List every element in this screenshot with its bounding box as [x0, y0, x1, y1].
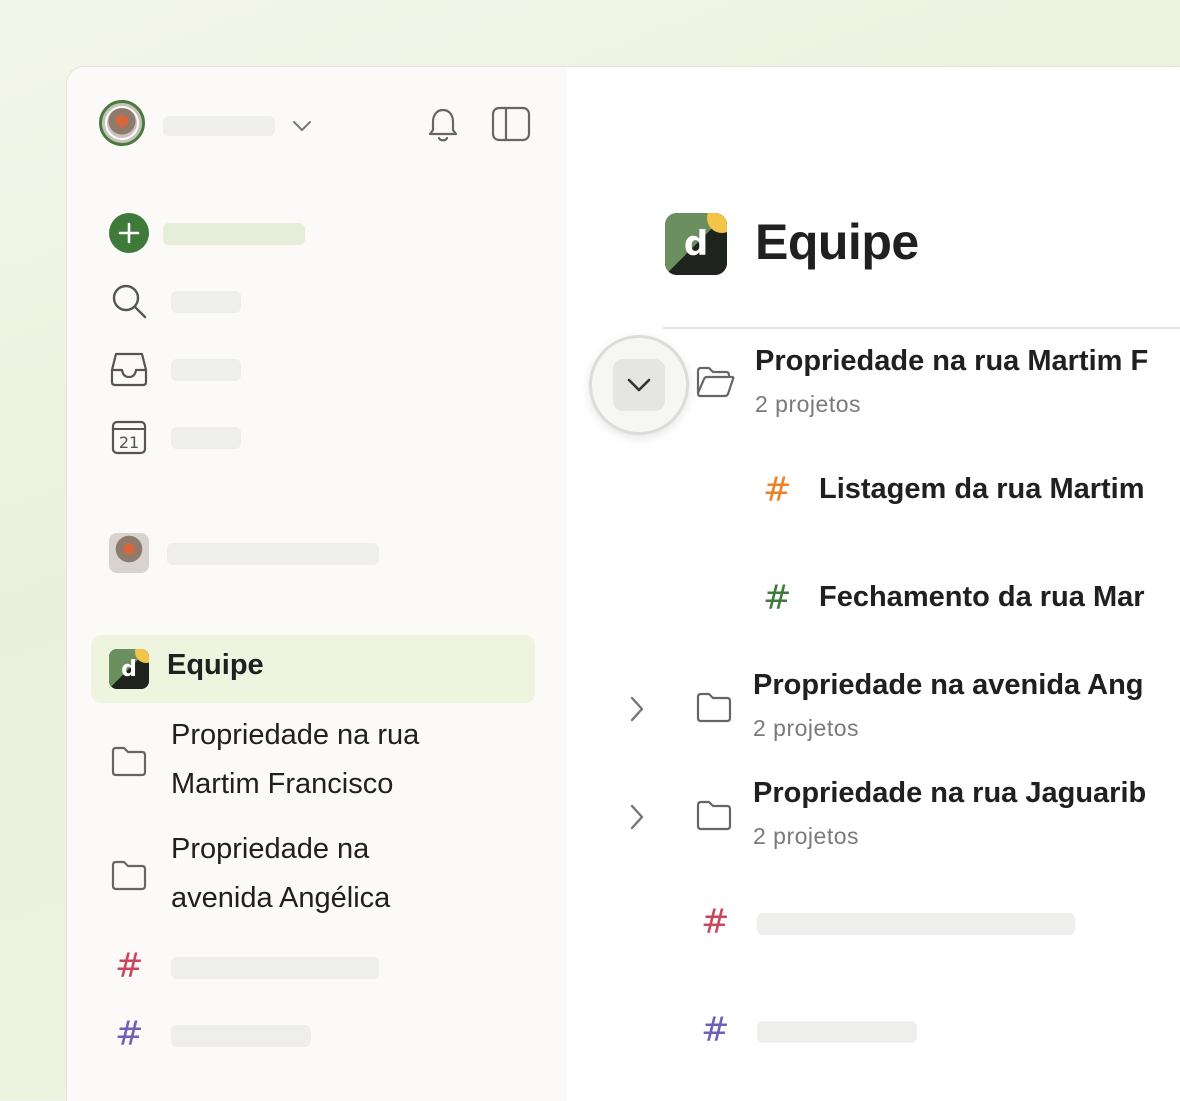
plus-icon: [109, 213, 149, 253]
chevron-right-icon[interactable]: [629, 695, 645, 728]
add-task-label-placeholder[interactable]: [163, 223, 305, 245]
folder-title[interactable]: Propriedade na rua Jaguarib: [753, 777, 1146, 810]
search-label-placeholder[interactable]: [171, 291, 241, 313]
folder-icon: [695, 691, 733, 728]
add-task-button[interactable]: [109, 213, 149, 253]
hash-icon: #: [763, 470, 792, 510]
folder-open-icon: [695, 365, 735, 404]
inbox-icon[interactable]: [109, 349, 149, 389]
sidebar-folder-angelica[interactable]: Propriedade na avenida Angélica: [171, 825, 471, 923]
chevron-right-icon[interactable]: [629, 803, 645, 836]
folder-title[interactable]: Propriedade na avenida Ang: [753, 669, 1144, 702]
folder-icon[interactable]: [109, 741, 149, 781]
folder-title[interactable]: Propriedade na rua Martim F: [755, 345, 1148, 378]
hash-icon: #: [701, 1010, 730, 1050]
svg-text:21: 21: [119, 433, 139, 452]
chevron-down-icon: [627, 378, 651, 392]
workspace-avatar[interactable]: [109, 533, 149, 573]
today-label-placeholder[interactable]: [171, 427, 241, 449]
app-window: 21 d Equipe Propriedade na rua Martim Fr…: [66, 66, 1180, 1101]
hash-icon: #: [701, 902, 730, 942]
team-logo-icon: d: [665, 213, 727, 275]
chevron-down-icon[interactable]: [287, 113, 317, 139]
hash-icon: #: [115, 1014, 144, 1054]
project-title[interactable]: Listagem da rua Martim: [819, 473, 1145, 506]
project-name-placeholder[interactable]: [171, 1025, 311, 1047]
user-avatar[interactable]: [99, 100, 145, 146]
sidebar-team-label: Equipe: [167, 649, 264, 681]
folder-icon: [695, 799, 733, 836]
folder-project-count: 2 projetos: [753, 823, 860, 849]
inbox-label-placeholder[interactable]: [171, 359, 241, 381]
folder-icon[interactable]: [109, 855, 149, 895]
user-name-placeholder[interactable]: [163, 116, 275, 136]
divider: [663, 327, 1180, 329]
page-title: Equipe: [755, 214, 919, 270]
sidebar: 21 d Equipe Propriedade na rua Martim Fr…: [67, 67, 567, 1101]
main-content: d Equipe Propriedade na rua Martim F 2 p…: [567, 67, 1180, 1101]
project-name-placeholder[interactable]: [171, 957, 379, 979]
workspace-name-placeholder[interactable]: [167, 543, 379, 565]
sidebar-item-team[interactable]: [91, 635, 535, 703]
project-title[interactable]: Fechamento da rua Mar: [819, 581, 1145, 614]
bell-icon[interactable]: [423, 105, 463, 145]
sidebar-toggle-icon[interactable]: [489, 103, 533, 145]
search-icon[interactable]: [109, 281, 149, 321]
hash-icon: #: [115, 946, 144, 986]
calendar-icon[interactable]: 21: [109, 417, 149, 457]
hash-icon: #: [763, 578, 792, 618]
project-name-placeholder[interactable]: [757, 913, 1075, 935]
folder-project-count: 2 projetos: [753, 715, 860, 741]
folder-project-count: 2 projetos: [755, 391, 862, 417]
team-logo-icon: d: [109, 649, 149, 689]
project-name-placeholder[interactable]: [757, 1021, 917, 1043]
sidebar-folder-martim-francisco[interactable]: Propriedade na rua Martim Francisco: [171, 711, 491, 809]
collapse-folder-button[interactable]: [589, 335, 689, 435]
